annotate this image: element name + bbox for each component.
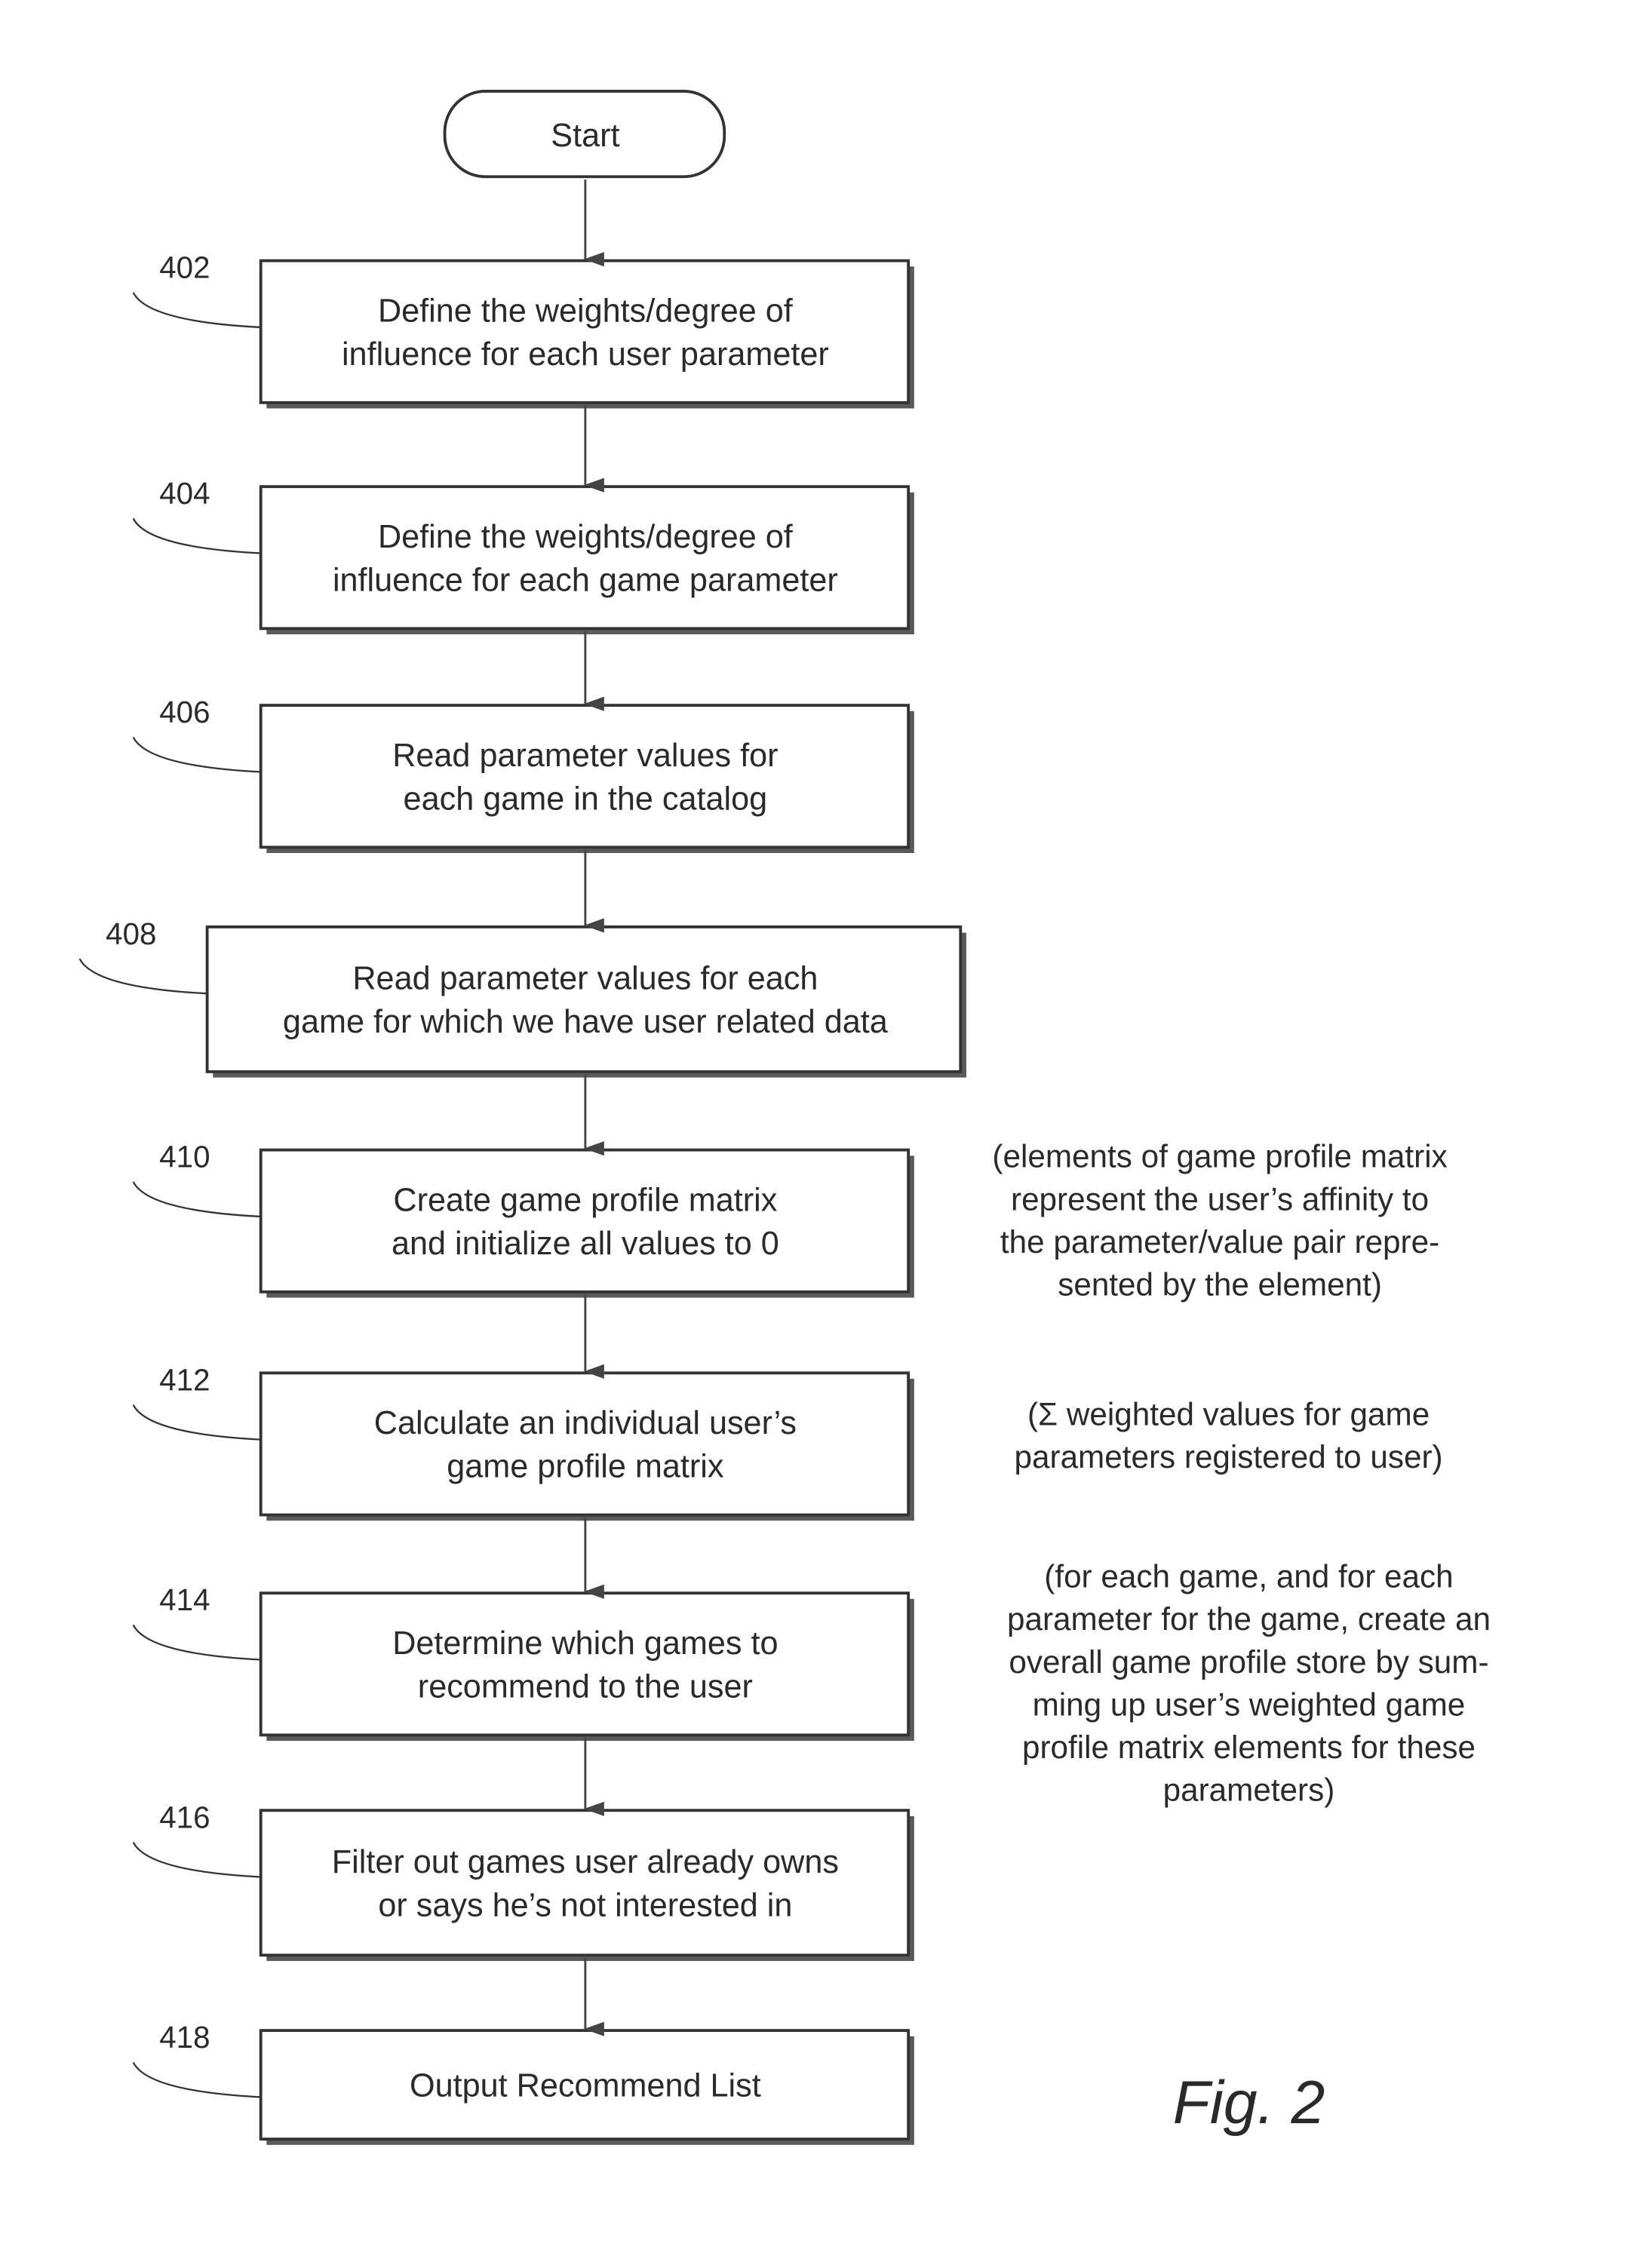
- annotation-412: (Σ weighted values for game parameters re…: [1015, 1396, 1443, 1475]
- leader-line: [132, 1181, 261, 1218]
- leader-line: [132, 292, 261, 329]
- annotation-text: parameters registered to user): [1015, 1439, 1443, 1475]
- step-text: Define the weights/degree of: [378, 293, 794, 329]
- reference-numeral: 406: [159, 695, 210, 729]
- figure-label: Fig. 2: [1173, 2069, 1325, 2137]
- process-step-418: Output Recommend List 418: [132, 2020, 914, 2145]
- reference-numeral: 410: [159, 1140, 210, 1174]
- step-text: or says he’s not interested in: [378, 1887, 792, 1923]
- process-step-402: Define the weights/degree of influence fo…: [132, 250, 914, 409]
- annotation-text: profile matrix elements for these: [1022, 1729, 1476, 1765]
- annotation-text: ming up user’s weighted game: [1033, 1686, 1466, 1722]
- leader-line: [132, 2061, 261, 2098]
- process-step-412: Calculate an individual user’s game profi…: [132, 1362, 914, 1521]
- step-text: and initialize all values to 0: [392, 1226, 779, 1262]
- leader-line: [132, 1624, 261, 1661]
- step-text: influence for each game parameter: [333, 562, 838, 598]
- annotation-text: overall game profile store by sum-: [1009, 1644, 1488, 1680]
- process-step-410: Create game profile matrix and initialize…: [132, 1140, 914, 1298]
- reference-numeral: 404: [159, 476, 210, 511]
- start-label: Start: [551, 118, 619, 154]
- notes-layer: (elements of game profile matrix represen…: [992, 1139, 1491, 1808]
- annotation-text: sented by the element): [1058, 1267, 1382, 1303]
- step-text: game for which we have user related data: [283, 1004, 889, 1040]
- step-box: [259, 1809, 911, 1957]
- step-box: [259, 704, 911, 849]
- step-text: Output Recommend List: [410, 2067, 761, 2104]
- annotation-text: (elements of game profile matrix: [992, 1139, 1447, 1174]
- step-box: [259, 1371, 911, 1517]
- step-text: Calculate an individual user’s: [374, 1405, 797, 1441]
- reference-numeral: 412: [159, 1362, 210, 1397]
- annotation-text: represent the user’s affinity to: [1011, 1181, 1429, 1217]
- leader-line: [132, 517, 261, 554]
- annotation-text: (Σ weighted values for game: [1027, 1396, 1430, 1432]
- step-box: [259, 1591, 911, 1737]
- steps-layer: Define the weights/degree of influence fo…: [78, 250, 966, 2145]
- process-step-416: Filter out games user already owns or say…: [132, 1800, 914, 1961]
- leader-line: [132, 736, 261, 773]
- start-terminator: Start: [443, 90, 726, 179]
- step-text: Determine which games to: [392, 1625, 778, 1662]
- step-text: each game in the catalog: [404, 781, 768, 817]
- step-box: [259, 1148, 911, 1294]
- leader-line: [132, 1841, 261, 1878]
- step-text: Define the weights/degree of: [378, 519, 794, 555]
- flowchart: Start Define the weights/degree of influe…: [78, 90, 1491, 2145]
- process-step-406: Read parameter values for each game in th…: [132, 695, 914, 853]
- annotation-text: parameter for the game, create an: [1007, 1601, 1491, 1637]
- step-text: Filter out games user already owns: [332, 1844, 839, 1880]
- reference-numeral: 402: [159, 250, 210, 285]
- leader-line: [78, 958, 207, 995]
- step-box: [205, 925, 963, 1073]
- step-box: [259, 485, 911, 631]
- annotation-414: (for each game, and for each parameter fo…: [1007, 1559, 1491, 1808]
- reference-numeral: 414: [159, 1582, 210, 1617]
- step-text: game profile matrix: [447, 1449, 724, 1485]
- annotation-410: (elements of game profile matrix represen…: [992, 1139, 1447, 1303]
- reference-numeral: 408: [106, 916, 156, 951]
- process-step-414: Determine which games to recommend to the…: [132, 1582, 914, 1742]
- leader-line: [132, 1404, 261, 1441]
- step-text: recommend to the user: [418, 1668, 753, 1705]
- reference-numeral: 418: [159, 2020, 210, 2055]
- annotation-text: (for each game, and for each: [1044, 1559, 1453, 1594]
- step-text: Create game profile matrix: [393, 1182, 777, 1218]
- process-step-408: Read parameter values for each game for w…: [78, 916, 966, 1078]
- step-text: Read parameter values for each: [352, 960, 818, 996]
- annotation-text: parameters): [1163, 1772, 1335, 1808]
- step-text: Read parameter values for: [392, 738, 778, 774]
- step-box: [259, 259, 911, 404]
- step-text: influence for each user parameter: [342, 336, 829, 373]
- annotation-text: the parameter/value pair repre-: [1000, 1224, 1439, 1260]
- reference-numeral: 416: [159, 1800, 210, 1834]
- process-step-404: Define the weights/degree of influence fo…: [132, 476, 914, 635]
